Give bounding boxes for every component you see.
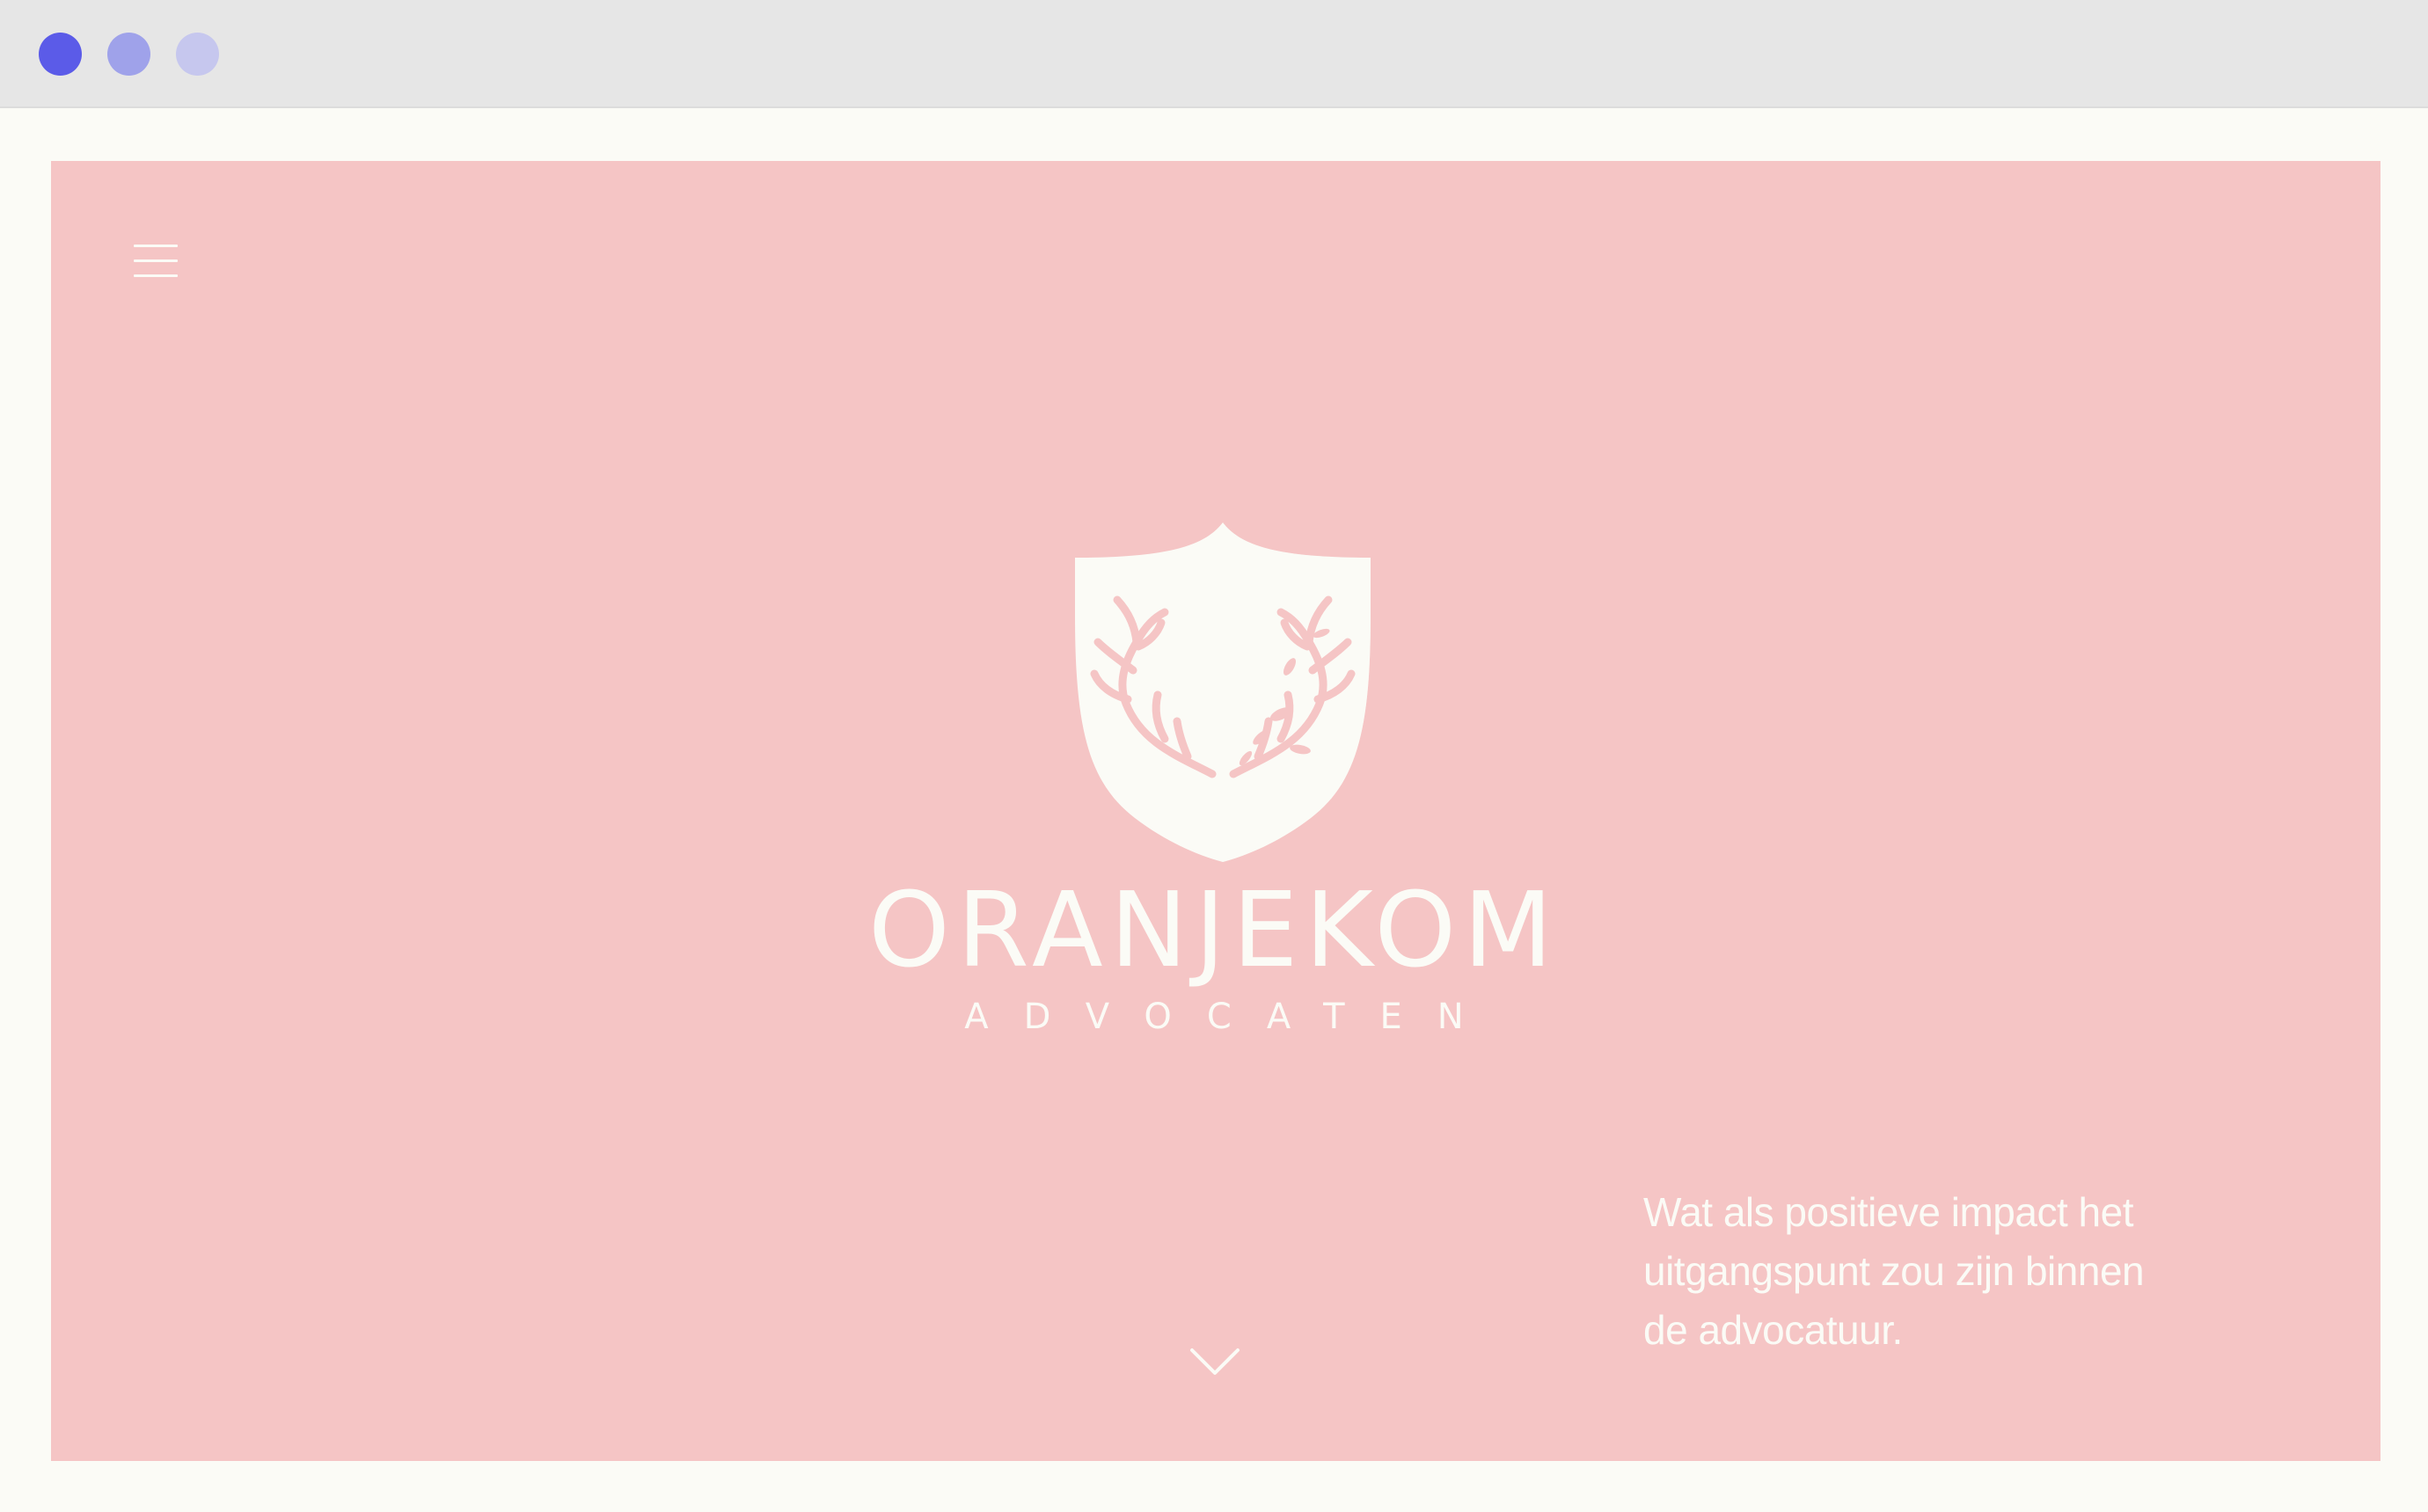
brand-logo[interactable]: ORANJEKOM ADVOCATEN [845,519,1583,1047]
hamburger-icon-line [134,274,178,277]
hamburger-icon-line [134,259,178,262]
tagline-line: Wat als positieve impact het [1643,1189,2133,1235]
window-close-button[interactable] [39,33,82,76]
hero-tagline: Wat als positieve impact het uitgangspun… [1643,1183,2189,1360]
logo-subtitle: ADVOCATEN [964,997,1499,1037]
chevron-down-icon [1190,1348,1240,1375]
hamburger-icon-line [134,245,178,247]
tagline-line: de advocatuur. [1643,1307,1903,1353]
window-minimize-button[interactable] [107,33,150,76]
tagline-line: uitgangspunt zou zijn binnen [1643,1248,2145,1294]
menu-button[interactable] [134,245,178,280]
logo-wordmark: ORANJEKOM [867,869,1561,990]
window-maximize-button[interactable] [176,33,219,76]
window-titlebar [0,0,2428,108]
scroll-down-button[interactable] [1189,1348,1240,1377]
shield-antlers-icon [1075,522,1371,862]
